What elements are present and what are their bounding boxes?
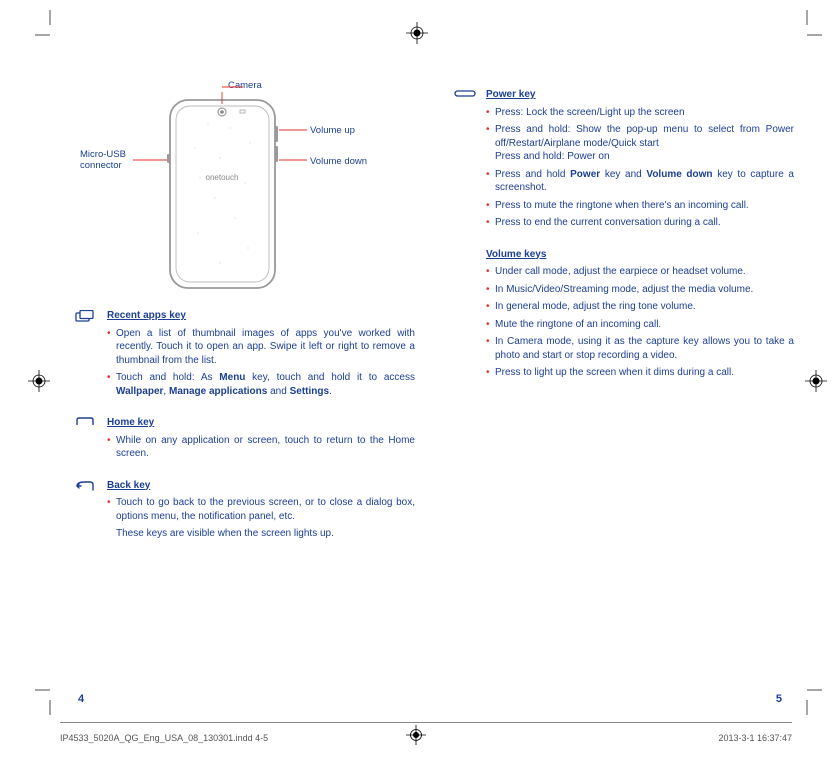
back-key-icon [75,479,107,541]
page-number-left: 4 [78,693,84,705]
footer-filename: IP4533_5020A_QG_Eng_USA_08_130301.indd 4… [60,733,268,743]
list-item: Open a list of thumbnail images of apps … [107,327,415,368]
home-list: While on any application or screen, touc… [107,434,415,461]
list-item: Under call mode, adjust the earpiece or … [486,265,794,279]
section-recent-apps: Recent apps key Open a list of thumbnail… [75,309,415,402]
list-item: While on any application or screen, touc… [107,434,415,461]
section-power: Power key Press: Lock the screen/Light u… [454,88,794,234]
home-title: Home key [107,416,415,430]
list-item: In Music/Video/Streaming mode, adjust th… [486,283,794,297]
recent-apps-title: Recent apps key [107,309,415,323]
list-item: Touch to go back to the previous screen,… [107,496,415,523]
list-item: Press to light up the screen when it dim… [486,366,794,380]
page-left: Camera Micro-USB connector Volume up Vol… [75,70,415,555]
list-item: Press to end the current conversation du… [486,216,794,230]
list-item: In Camera mode, using it as the capture … [486,335,794,362]
list-item: Press and hold Power key and Volume down… [486,168,794,195]
footer-datetime: 2013-3-1 16:37:47 [718,733,792,743]
section-home: Home key While on any application or scr… [75,416,415,465]
volume-title: Volume keys [486,248,794,262]
page-right: Power key Press: Lock the screen/Light u… [454,70,794,398]
recent-apps-list: Open a list of thumbnail images of apps … [107,327,415,399]
registration-mark-icon [805,370,827,392]
power-title: Power key [486,88,794,102]
list-item: Mute the ringtone of an incoming call. [486,318,794,332]
registration-mark-icon [406,725,426,745]
recent-apps-icon [75,309,107,402]
footer-divider [60,722,792,723]
phone-diagram: Camera Micro-USB connector Volume up Vol… [75,80,415,295]
power-key-icon [454,88,486,234]
registration-mark-icon [406,22,428,44]
list-item: Press to mute the ringtone when there's … [486,199,794,213]
section-volume: Volume keys Under call mode, adjust the … [454,248,794,384]
list-item: Press and hold: Show the pop-up menu to … [486,123,794,164]
page-number-right: 5 [776,693,782,705]
list-item: In general mode, adjust the ring tone vo… [486,300,794,314]
home-key-icon [75,416,107,465]
power-list: Press: Lock the screen/Light up the scre… [486,106,794,230]
back-list: Touch to go back to the previous screen,… [107,496,415,523]
section-back: Back key Touch to go back to the previou… [75,479,415,541]
list-item: Touch and hold: As Menu key, touch and h… [107,371,415,398]
back-para: These keys are visible when the screen l… [107,527,415,541]
volume-list: Under call mode, adjust the earpiece or … [486,265,794,380]
registration-mark-icon [28,370,50,392]
list-item: Press: Lock the screen/Light up the scre… [486,106,794,120]
back-title: Back key [107,479,415,493]
